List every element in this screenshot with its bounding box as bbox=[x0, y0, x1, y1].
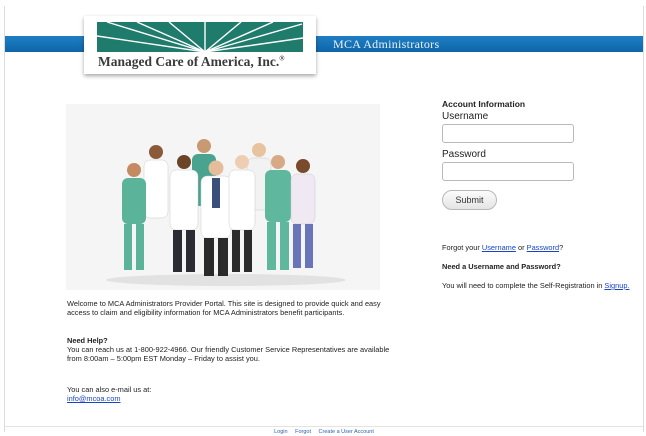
need-account-body: You will need to complete the Self-Regis… bbox=[442, 281, 605, 290]
account-heading: Account Information bbox=[442, 99, 526, 109]
email-prompt: You can also e-mail us at: bbox=[67, 385, 152, 394]
need-account-text: You will need to complete the Self-Regis… bbox=[442, 281, 632, 290]
doctors-group-photo bbox=[66, 104, 380, 290]
username-label: Username bbox=[442, 111, 489, 122]
footer-create-account-link[interactable]: Create a User Account bbox=[319, 429, 374, 435]
help-heading: Need Help? bbox=[67, 336, 108, 345]
registered-mark: ® bbox=[279, 54, 285, 63]
submit-button[interactable]: Submit bbox=[442, 190, 497, 210]
logo-rays-icon bbox=[97, 22, 303, 52]
forgot-password-link[interactable]: Password bbox=[527, 243, 559, 252]
forgot-or: or bbox=[515, 243, 527, 252]
page-frame: MCA Administrators Managed Care of Ameri… bbox=[4, 6, 644, 435]
footer-nav: Login Forgot Create a User Account bbox=[5, 429, 643, 435]
footer-forgot-link[interactable]: Forgot bbox=[295, 429, 311, 435]
forgot-credentials: Forgot your Username or Password? bbox=[442, 243, 563, 252]
forgot-suffix: ? bbox=[559, 243, 564, 252]
header-title: MCA Administrators bbox=[333, 37, 440, 51]
forgot-prefix: Forgot your bbox=[442, 243, 482, 252]
welcome-text: Welcome to MCA Administrators Provider P… bbox=[67, 299, 381, 317]
password-label: Password bbox=[442, 149, 486, 160]
password-input[interactable] bbox=[442, 162, 574, 181]
footer-divider bbox=[5, 426, 643, 427]
email-link[interactable]: info@mcoa.com bbox=[67, 394, 121, 403]
logo-company-name: Managed Care of America, Inc. bbox=[98, 54, 280, 69]
need-account-heading: Need a Username and Password? bbox=[442, 262, 561, 271]
username-input[interactable] bbox=[442, 124, 574, 143]
help-text: You can reach us at 1-800-922-4966. Our … bbox=[67, 345, 390, 363]
company-logo[interactable]: Managed Care of America, Inc.® bbox=[84, 16, 316, 74]
signup-link[interactable]: Signup. bbox=[604, 281, 629, 290]
footer-login-link[interactable]: Login bbox=[274, 429, 287, 435]
forgot-username-link[interactable]: Username bbox=[482, 243, 516, 252]
